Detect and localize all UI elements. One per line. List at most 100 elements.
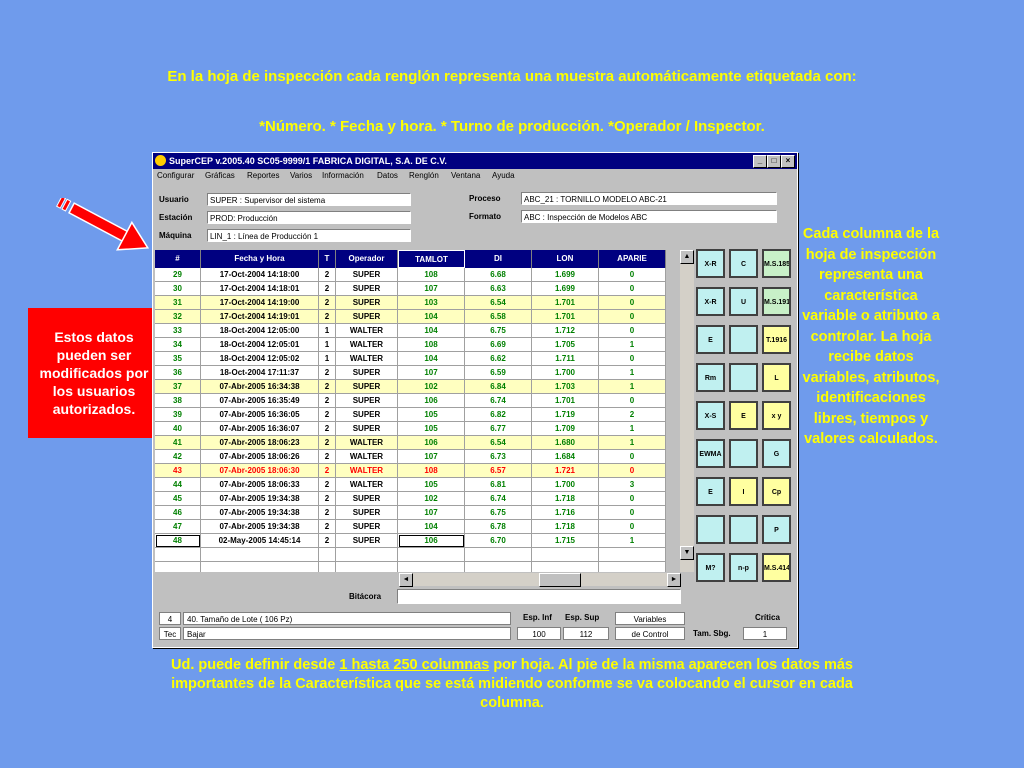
table-cell[interactable]: 103 (398, 296, 465, 310)
table-cell[interactable]: 0 (599, 450, 666, 464)
menu-ventana[interactable]: Ventana (451, 171, 480, 180)
table-cell[interactable]: 0 (599, 324, 666, 338)
p-chart-icon[interactable]: P (762, 515, 791, 544)
table-cell[interactable]: 108 (398, 464, 465, 478)
table-cell[interactable]: 0 (599, 310, 666, 324)
table-cell[interactable]: 17-Oct-2004 14:19:00 (201, 296, 319, 310)
table-cell[interactable]: 1.721 (532, 464, 599, 478)
histogram2-icon[interactable] (729, 515, 758, 544)
table-cell[interactable]: 17-Oct-2004 14:18:00 (201, 268, 319, 282)
maximize-button[interactable]: □ (767, 155, 781, 168)
rainbow-icon[interactable] (696, 515, 725, 544)
estacion-field[interactable]: PROD: Producción (207, 211, 411, 224)
menu-renglon[interactable]: Renglón (409, 171, 439, 180)
table-cell[interactable]: 0 (599, 506, 666, 520)
table-cell[interactable]: 36 (155, 366, 201, 380)
table-row[interactable]: 32 17-Oct-2004 14:19:01 2 SUPER 104 6.58 1.701… (155, 310, 666, 324)
minimize-button[interactable]: _ (753, 155, 767, 168)
table-cell[interactable]: 3 (599, 478, 666, 492)
empty-cell[interactable] (465, 562, 532, 572)
table-cell[interactable]: 32 (155, 310, 201, 324)
table-cell[interactable]: 07-Abr-2005 16:34:38 (201, 380, 319, 394)
table-cell[interactable]: 37 (155, 380, 201, 394)
table-cell[interactable]: 6.73 (465, 450, 532, 464)
table-cell[interactable]: 2 (319, 380, 336, 394)
table-cell[interactable]: 6.84 (465, 380, 532, 394)
table-cell[interactable]: 107 (398, 506, 465, 520)
table-cell[interactable]: 108 (398, 268, 465, 282)
table-cell[interactable]: 6.75 (465, 324, 532, 338)
horizontal-scrollbar[interactable]: ◄ ► (399, 573, 681, 587)
table-cell[interactable]: 1.711 (532, 352, 599, 366)
table-cell[interactable]: 0 (599, 492, 666, 506)
ms1916-icon[interactable]: M.S.1916 (762, 287, 791, 316)
proceso-field[interactable]: ABC_21 : TORNILLO MODELO ABC-21 (521, 192, 777, 205)
table-cell[interactable]: 104 (398, 352, 465, 366)
col-header-num[interactable]: # (155, 250, 201, 268)
empty-cell[interactable] (336, 548, 398, 562)
xr-chart-icon[interactable]: X-R (696, 249, 725, 278)
table-cell[interactable]: 2 (319, 478, 336, 492)
table-cell[interactable]: 2 (599, 408, 666, 422)
table-cell[interactable]: 46 (155, 506, 201, 520)
table-cell[interactable]: 2 (319, 506, 336, 520)
scroll-down-icon[interactable]: ▼ (680, 546, 694, 560)
table-cell[interactable]: 31 (155, 296, 201, 310)
table-cell[interactable]: 44 (155, 478, 201, 492)
empty-cell[interactable] (155, 548, 201, 562)
empty-cell[interactable] (599, 562, 666, 572)
table-cell[interactable]: 07-Abr-2005 19:34:38 (201, 492, 319, 506)
table-cell[interactable]: 0 (599, 520, 666, 534)
table-cell[interactable]: 1.718 (532, 492, 599, 506)
table-cell[interactable]: 1.699 (532, 268, 599, 282)
menu-configurar[interactable]: Configurar (157, 171, 194, 180)
table-cell[interactable]: 105 (398, 478, 465, 492)
table-cell[interactable]: 105 (398, 422, 465, 436)
table-cell[interactable]: 6.57 (465, 464, 532, 478)
table-cell[interactable]: 1.700 (532, 366, 599, 380)
maquina-field[interactable]: LIN_1 : Línea de Producción 1 (207, 229, 411, 242)
table-cell[interactable]: 102 (398, 380, 465, 394)
table-cell[interactable]: 1 (599, 380, 666, 394)
table-cell[interactable]: 30 (155, 282, 201, 296)
table-cell[interactable]: 6.62 (465, 352, 532, 366)
table-cell[interactable]: 6.63 (465, 282, 532, 296)
table-cell[interactable]: 07-Abr-2005 18:06:33 (201, 478, 319, 492)
table-cell[interactable]: WALTER (336, 352, 398, 366)
menu-varios[interactable]: Varios (290, 171, 312, 180)
menu-datos[interactable]: Datos (377, 171, 398, 180)
np-chart-icon[interactable]: n-p (729, 553, 758, 582)
table-cell[interactable]: 2 (319, 534, 336, 548)
menu-ayuda[interactable]: Ayuda (492, 171, 515, 180)
table-cell[interactable]: 07-Abr-2005 19:34:38 (201, 506, 319, 520)
table-cell[interactable]: 1.701 (532, 310, 599, 324)
xr2-chart-icon[interactable]: X-R (696, 287, 725, 316)
table-row[interactable]: 38 07-Abr-2005 16:35:49 2 SUPER 106 6.74 1.701… (155, 394, 666, 408)
table-cell[interactable]: 6.81 (465, 478, 532, 492)
table-row[interactable]: 31 17-Oct-2004 14:19:00 2 SUPER 103 6.54 1.701… (155, 296, 666, 310)
empty-cell[interactable] (599, 548, 666, 562)
table-cell[interactable]: 2 (319, 268, 336, 282)
table-cell[interactable]: 6.68 (465, 268, 532, 282)
table-row[interactable]: 35 18-Oct-2004 12:05:02 1 WALTER 104 6.62 1.71… (155, 352, 666, 366)
table-cell[interactable]: 18-Oct-2004 17:11:37 (201, 366, 319, 380)
table-cell[interactable]: WALTER (336, 478, 398, 492)
table-cell[interactable]: 107 (398, 450, 465, 464)
table-cell[interactable]: 6.59 (465, 366, 532, 380)
xy-chart-icon[interactable]: x y (762, 401, 791, 430)
ms185-icon[interactable]: M.S.185 (762, 249, 791, 278)
e-chart-icon[interactable]: E (696, 325, 725, 354)
table-cell[interactable]: 07-Abr-2005 19:34:38 (201, 520, 319, 534)
close-button[interactable]: × (781, 155, 795, 168)
table-cell[interactable]: 1.699 (532, 282, 599, 296)
table-row[interactable]: 43 07-Abr-2005 18:06:30 2 WALTER 108 6.57 1.72… (155, 464, 666, 478)
i-chart-icon[interactable]: I (729, 477, 758, 506)
table-cell[interactable]: 07-Abr-2005 18:06:23 (201, 436, 319, 450)
table-row[interactable]: 30 17-Oct-2004 14:18:01 2 SUPER 107 6.63 1.699… (155, 282, 666, 296)
table-cell[interactable]: 2 (319, 366, 336, 380)
menu-reportes[interactable]: Reportes (247, 171, 279, 180)
table-row[interactable]: 37 07-Abr-2005 16:34:38 2 SUPER 102 6.84 1.703… (155, 380, 666, 394)
table-cell[interactable]: 1 (599, 366, 666, 380)
table-cell[interactable]: 1.700 (532, 478, 599, 492)
table-row[interactable]: 33 18-Oct-2004 12:05:00 1 WALTER 104 6.75 1.71… (155, 324, 666, 338)
